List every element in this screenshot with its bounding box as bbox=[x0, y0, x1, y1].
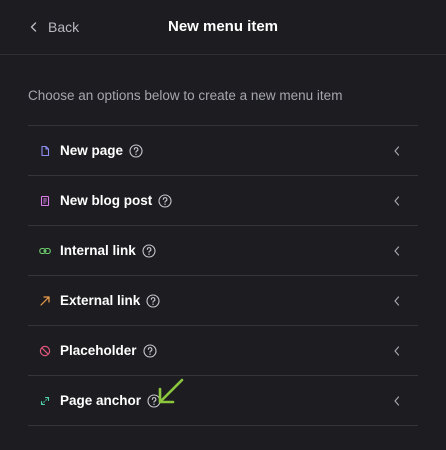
option-internal-link[interactable]: Internal link bbox=[28, 226, 418, 276]
option-label: Internal link bbox=[60, 243, 136, 258]
help-icon[interactable] bbox=[142, 243, 156, 258]
chevron-left-icon bbox=[394, 396, 400, 406]
chevron-left-icon bbox=[394, 146, 400, 156]
blog-post-icon bbox=[39, 195, 51, 207]
anchor-arrows-icon bbox=[39, 395, 51, 407]
external-arrow-icon bbox=[39, 295, 51, 307]
option-external-link[interactable]: External link bbox=[28, 276, 418, 326]
help-icon[interactable] bbox=[146, 293, 160, 308]
link-icon bbox=[39, 245, 51, 257]
header: Back New menu item bbox=[0, 0, 446, 55]
option-label: Placeholder bbox=[60, 343, 137, 358]
help-icon[interactable] bbox=[158, 193, 172, 208]
option-label: New blog post bbox=[60, 193, 153, 208]
page-title: New menu item bbox=[167, 18, 279, 35]
chevron-left-icon bbox=[394, 196, 400, 206]
chevron-left-icon bbox=[394, 296, 400, 306]
chevron-left-icon bbox=[394, 346, 400, 356]
option-page-anchor[interactable]: Page anchor bbox=[28, 376, 418, 426]
chevron-left-icon bbox=[394, 246, 400, 256]
option-new-blog-post[interactable]: New blog post bbox=[28, 176, 418, 226]
option-label: New page bbox=[60, 143, 124, 158]
menu-item-options: New page New blog post Internal link Ext… bbox=[28, 125, 418, 426]
option-placeholder[interactable]: Placeholder bbox=[28, 326, 418, 376]
help-icon[interactable] bbox=[129, 143, 143, 158]
prohibited-icon bbox=[39, 345, 51, 357]
option-label: Page anchor bbox=[60, 393, 142, 408]
page-icon bbox=[39, 145, 51, 157]
option-new-page[interactable]: New page bbox=[28, 126, 418, 176]
option-label: External link bbox=[60, 293, 141, 308]
intro-text: Choose an options below to create a new … bbox=[28, 88, 343, 103]
help-icon[interactable] bbox=[142, 343, 157, 358]
annotation-arrow-icon bbox=[158, 378, 184, 404]
